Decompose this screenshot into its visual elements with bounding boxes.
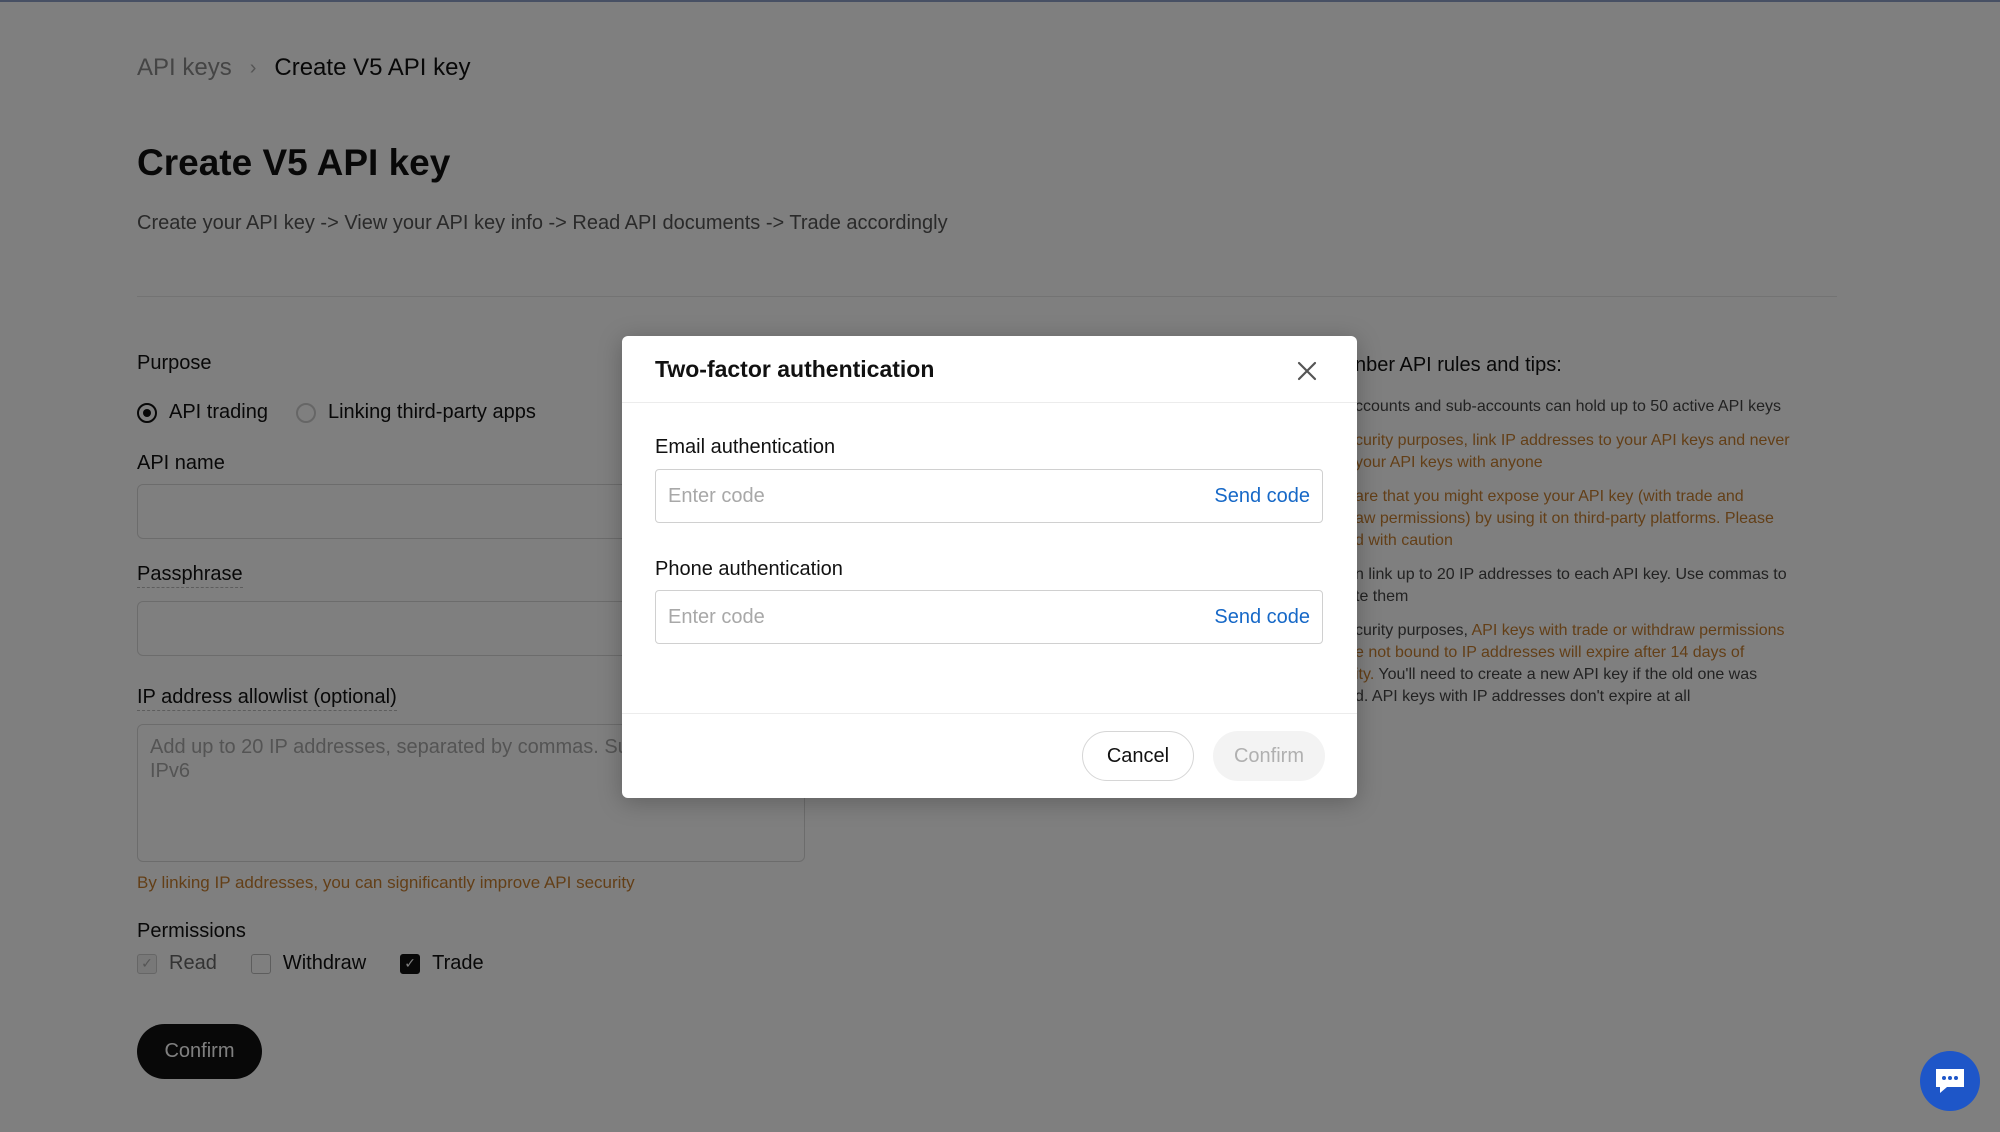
chat-bubble-icon[interactable] <box>1920 1051 1980 1111</box>
phone-code-field: Send code <box>655 590 1323 644</box>
email-code-input[interactable] <box>656 483 1215 509</box>
modal-header-divider <box>622 402 1357 403</box>
modal-confirm-button[interactable]: Confirm <box>1213 731 1325 781</box>
two-factor-modal: Two-factor authentication Email authenti… <box>622 336 1357 798</box>
phone-send-code-button[interactable]: Send code <box>1214 606 1310 629</box>
email-code-field: Send code <box>655 469 1323 523</box>
modal-cancel-button[interactable]: Cancel <box>1082 731 1194 781</box>
email-auth-label: Email authentication <box>655 436 836 458</box>
phone-code-input[interactable] <box>656 604 1215 630</box>
close-icon[interactable] <box>1292 356 1322 386</box>
email-send-code-button[interactable]: Send code <box>1214 485 1310 508</box>
modal-footer-divider <box>622 713 1357 714</box>
modal-title: Two-factor authentication <box>655 356 935 382</box>
phone-auth-label: Phone authentication <box>655 558 843 580</box>
